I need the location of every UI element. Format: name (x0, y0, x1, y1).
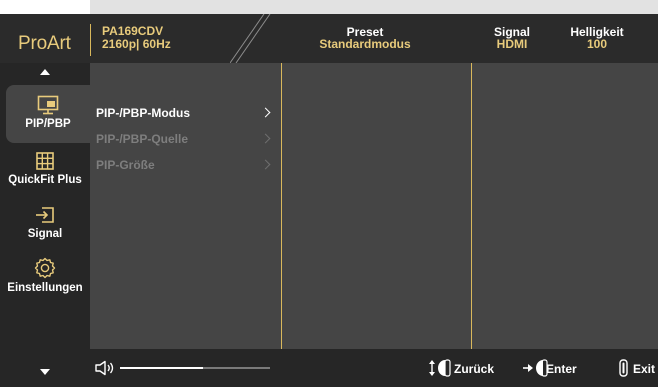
exit-button-icon (619, 359, 628, 377)
sidebar-item-quickfit-plus[interactable]: QuickFit Plus (0, 151, 90, 186)
joystick-updown-icon (429, 359, 451, 377)
preset-value: Standardmodus (319, 37, 411, 51)
menu-item-label: PIP-/PBP-Modus (96, 106, 191, 120)
sidebar: PIP/PBP QuickFit Plus Signal Einstellung… (0, 63, 90, 387)
menu-item-label: PIP-Größe (96, 158, 155, 172)
sidebar-item-einstellungen[interactable]: Einstellungen (0, 257, 90, 294)
column-divider (471, 63, 472, 349)
speaker-icon (95, 360, 114, 376)
menu-item-pip-pbp-modus[interactable]: PIP-/PBP-Modus (96, 106, 190, 120)
sidebar-item-pip-pbp[interactable]: PIP/PBP (6, 85, 90, 143)
sidebar-item-label: QuickFit Plus (8, 174, 82, 186)
back-label: Zurück (454, 362, 495, 376)
menu-item-pip-groesse[interactable]: PIP-Größe (96, 158, 155, 172)
osd-footer: Zurück Enter Exit (90, 349, 658, 387)
pip-monitor-icon (37, 95, 59, 115)
scroll-down-icon[interactable] (40, 369, 50, 375)
signal-status: Signal HDMI (490, 26, 534, 50)
resolution-text: 2160p| 60Hz (102, 37, 171, 51)
sidebar-item-label: PIP/PBP (25, 118, 71, 130)
header-slash-decoration (230, 14, 271, 63)
enter-button[interactable]: Enter (522, 349, 588, 387)
volume-slider[interactable] (120, 367, 270, 369)
gear-icon (34, 257, 56, 279)
sidebar-item-signal[interactable]: Signal (0, 205, 90, 240)
preset-status: Preset Standardmodus (300, 26, 430, 50)
menu-item-label: PIP-/PBP-Quelle (96, 132, 189, 146)
sidebar-item-label: Einstellungen (7, 282, 83, 294)
brightness-status: Helligkeit 100 (560, 26, 634, 50)
signal-value: HDMI (496, 37, 528, 51)
enter-label: Enter (546, 362, 577, 376)
input-signal-icon (36, 207, 54, 223)
osd-header: ProArt PA169CDV 2160p| 60Hz Preset Stand… (0, 14, 658, 63)
exit-label: Exit (633, 362, 656, 376)
osd-panel (0, 14, 658, 387)
menu-item-pip-pbp-quelle[interactable]: PIP-/PBP-Quelle (96, 132, 188, 146)
column-divider (281, 63, 282, 349)
top-bar (90, 0, 658, 14)
brightness-value: 100 (586, 37, 608, 51)
header-divider (90, 24, 91, 56)
sidebar-item-label: Signal (27, 228, 63, 240)
back-button[interactable]: Zurück (428, 349, 498, 387)
model-info: PA169CDV 2160p| 60Hz (102, 25, 171, 51)
joystick-press-icon (523, 359, 548, 377)
brand-logo: ProArt (18, 33, 71, 54)
exit-button[interactable]: Exit (618, 349, 658, 387)
volume-level (120, 367, 203, 369)
scroll-up-icon[interactable] (40, 69, 50, 75)
grid-icon (36, 152, 54, 170)
